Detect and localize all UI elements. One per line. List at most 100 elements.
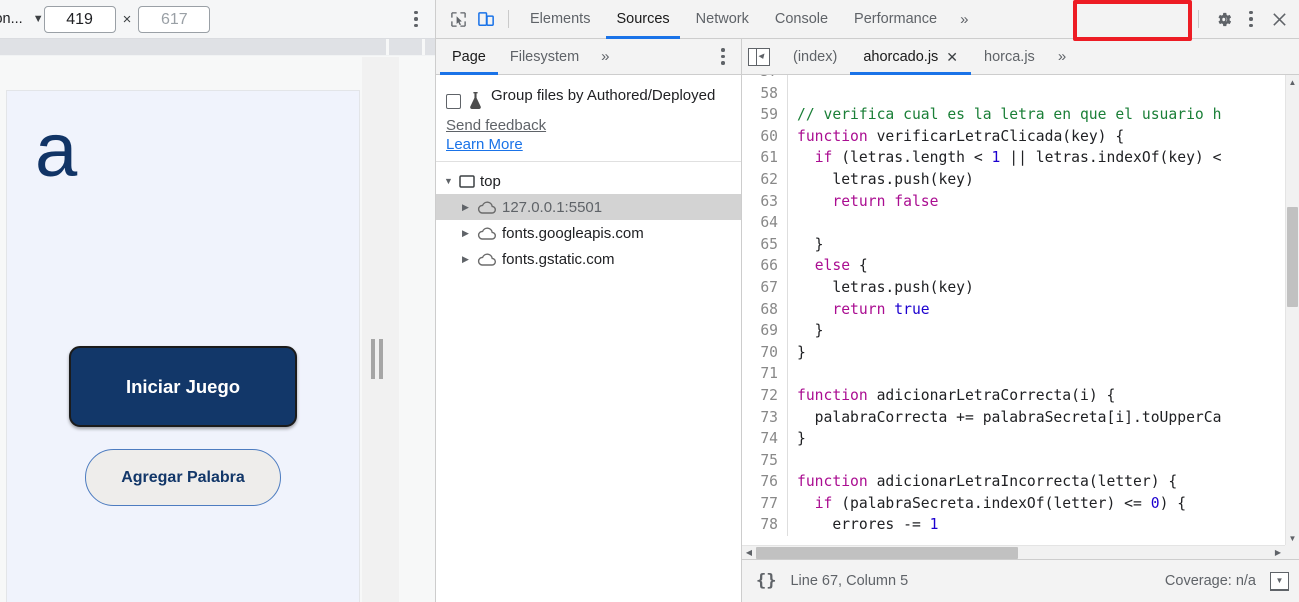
code-line[interactable]: 60 function verificarLetraClicada(key) {: [742, 125, 1285, 148]
scroll-right-icon[interactable]: ▶: [1271, 548, 1285, 557]
iniciar-juego-button[interactable]: Iniciar Juego: [69, 346, 297, 427]
close-icon[interactable]: ✕: [946, 50, 958, 64]
line-number[interactable]: 74: [742, 428, 788, 450]
line-text[interactable]: return false: [788, 191, 938, 213]
chevron-right-icon[interactable]: [462, 228, 472, 239]
code-line[interactable]: 63 return false: [742, 190, 1285, 213]
line-text[interactable]: errores -= 1: [788, 514, 938, 536]
code-line[interactable]: 71: [742, 363, 1285, 385]
line-text[interactable]: letras.push(key): [788, 277, 974, 299]
code-line[interactable]: 76 function adicionarLetraIncorrecta(lett…: [742, 471, 1285, 493]
line-text[interactable]: return true: [788, 299, 929, 321]
code-line[interactable]: 69 }: [742, 320, 1285, 342]
line-number[interactable]: 76: [742, 471, 788, 493]
pretty-print-icon[interactable]: {}: [756, 571, 776, 591]
tree-item-localhost[interactable]: 127.0.0.1:5501: [436, 194, 741, 220]
editor-tab-index[interactable]: (index): [780, 39, 850, 75]
line-number[interactable]: 69: [742, 320, 788, 342]
learn-more-link[interactable]: Learn More: [446, 136, 741, 153]
line-text[interactable]: letras.push(key): [788, 169, 974, 191]
scroll-down-icon[interactable]: ▼: [1286, 531, 1299, 545]
line-text[interactable]: }: [788, 428, 806, 450]
nav-tab-page[interactable]: Page: [440, 39, 498, 75]
scroll-left-icon[interactable]: ◀: [742, 548, 756, 557]
chevron-down-icon[interactable]: ▼: [33, 13, 44, 25]
line-text[interactable]: }: [788, 320, 824, 342]
line-number[interactable]: 63: [742, 190, 788, 213]
line-text[interactable]: // verifica cual es la letra en que el u…: [788, 104, 1221, 126]
line-text[interactable]: }: [788, 342, 806, 364]
tree-item-top[interactable]: top: [436, 168, 741, 194]
chevron-right-icon[interactable]: [462, 202, 472, 213]
tree-item-googleapis[interactable]: fonts.googleapis.com: [436, 220, 741, 246]
line-number[interactable]: 72: [742, 384, 788, 407]
code-line[interactable]: 57: [742, 75, 1285, 83]
line-text[interactable]: if (palabraSecreta.indexOf(letter) <= 0)…: [788, 493, 1186, 515]
line-number[interactable]: 57: [742, 75, 788, 83]
code-line[interactable]: 66 else {: [742, 255, 1285, 277]
tab-sources[interactable]: Sources: [603, 0, 682, 39]
line-text[interactable]: [788, 450, 797, 472]
close-icon[interactable]: [1265, 5, 1293, 33]
line-number[interactable]: 75: [742, 449, 788, 472]
device-toolbar-icon[interactable]: [472, 5, 500, 33]
resizer-grip-icon[interactable]: [371, 339, 383, 379]
code-line[interactable]: 68 return true: [742, 298, 1285, 321]
line-number[interactable]: 61: [742, 147, 788, 169]
line-number[interactable]: 59: [742, 104, 788, 126]
line-number[interactable]: 65: [742, 233, 788, 256]
code-line[interactable]: 77 if (palabraSecreta.indexOf(letter) <=…: [742, 492, 1285, 515]
line-text[interactable]: [788, 75, 797, 83]
code-line[interactable]: 70}: [742, 341, 1285, 364]
line-number[interactable]: 77: [742, 492, 788, 515]
tree-item-gstatic[interactable]: fonts.gstatic.com: [436, 246, 741, 272]
code-line[interactable]: 74}: [742, 428, 1285, 450]
code-line[interactable]: 67 letras.push(key): [742, 276, 1285, 299]
code-editor[interactable]: 575859// verifica cual es la letra en qu…: [742, 75, 1299, 559]
code-line[interactable]: 61 if (letras.length < 1 || letras.index…: [742, 147, 1285, 169]
device-preset-group[interactable]: sion... ▼: [0, 11, 44, 27]
code-line[interactable]: 73 palabraCorrecta += palabraSecreta[i].…: [742, 406, 1285, 429]
line-text[interactable]: function adicionarLetraIncorrecta(letter…: [788, 471, 1177, 493]
show-navigator-icon[interactable]: [748, 47, 770, 66]
viewport-width-input[interactable]: 419: [43, 5, 116, 33]
line-text[interactable]: [788, 363, 797, 385]
line-number[interactable]: 60: [742, 125, 788, 148]
tab-elements[interactable]: Elements: [517, 0, 603, 39]
code-line[interactable]: 59// verifica cual es la letra en que el…: [742, 104, 1285, 126]
navigator-more-options-icon[interactable]: [711, 45, 735, 69]
line-number[interactable]: 68: [742, 298, 788, 321]
code-horizontal-scrollbar[interactable]: ◀ ▶: [742, 545, 1285, 559]
code-line[interactable]: 78 errores -= 1: [742, 514, 1285, 537]
vertical-scroll-thumb[interactable]: [1287, 207, 1298, 307]
line-number[interactable]: 64: [742, 212, 788, 234]
code-scroll-region[interactable]: 575859// verifica cual es la letra en qu…: [742, 75, 1285, 545]
line-text[interactable]: }: [788, 234, 824, 256]
horizontal-scroll-thumb[interactable]: [756, 546, 1018, 559]
chevron-right-icon[interactable]: [462, 254, 472, 265]
device-toolbar-more-icon[interactable]: [403, 6, 429, 32]
more-editor-tabs-icon[interactable]: »: [1048, 48, 1076, 65]
group-files-row[interactable]: Group files by Authored/Deployed: [436, 85, 741, 115]
code-line[interactable]: 75: [742, 449, 1285, 472]
code-line[interactable]: 64: [742, 212, 1285, 234]
chevron-down-icon[interactable]: [444, 176, 454, 186]
code-vertical-scrollbar[interactable]: ▲ ▼: [1285, 75, 1299, 545]
line-number[interactable]: 78: [742, 514, 788, 537]
group-files-checkbox[interactable]: [446, 94, 461, 109]
scroll-up-icon[interactable]: ▲: [1286, 75, 1299, 89]
line-text[interactable]: if (letras.length < 1 || letras.indexOf(…: [788, 147, 1222, 169]
agregar-palabra-button[interactable]: Agregar Palabra: [85, 449, 281, 506]
editor-tab-ahorcado-js[interactable]: ahorcado.js ✕: [850, 38, 972, 75]
line-text[interactable]: [788, 83, 797, 105]
code-line[interactable]: 65 }: [742, 233, 1285, 256]
line-number[interactable]: 58: [742, 82, 788, 105]
tab-network[interactable]: Network: [683, 0, 762, 39]
line-number[interactable]: 71: [742, 363, 788, 385]
line-number[interactable]: 73: [742, 406, 788, 429]
inspect-cursor-icon[interactable]: [444, 5, 472, 33]
code-line[interactable]: 58: [742, 82, 1285, 105]
viewport-height-input[interactable]: 617: [138, 5, 211, 33]
line-text[interactable]: else {: [788, 255, 868, 277]
line-text[interactable]: function adicionarLetraCorrecta(i) {: [788, 385, 1115, 407]
